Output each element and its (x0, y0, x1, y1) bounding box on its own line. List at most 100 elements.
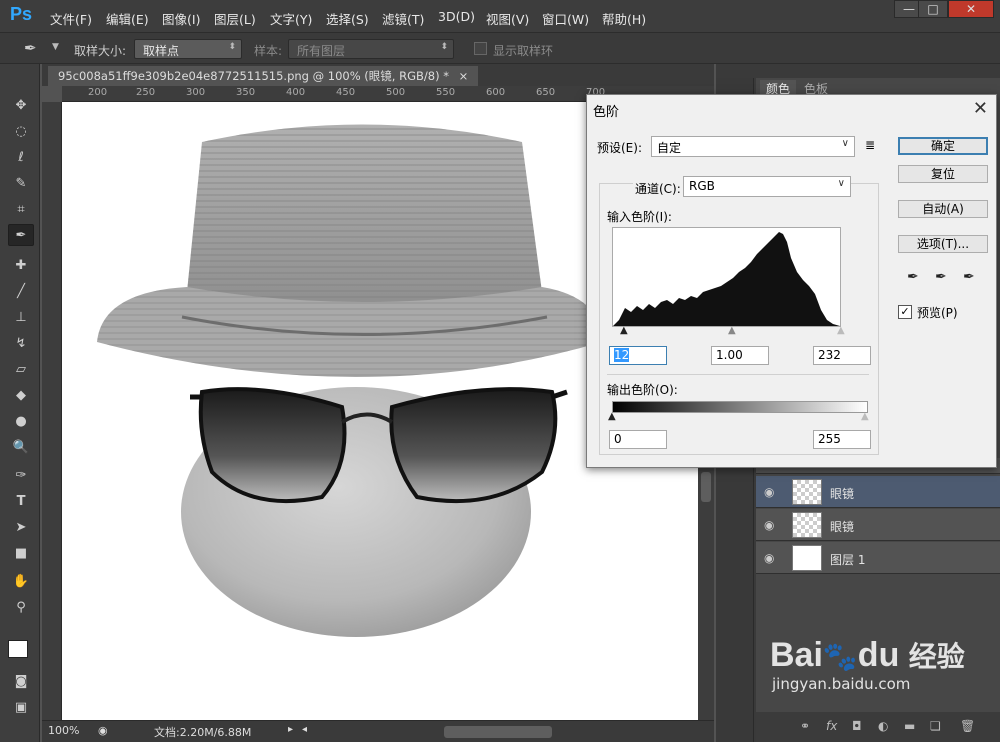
input-black-slider-icon[interactable]: ▲ (620, 325, 628, 336)
preset-select[interactable]: 自定 ∨ (651, 136, 855, 157)
screen-mode-icon[interactable]: ▣ (8, 696, 34, 718)
output-black-field[interactable]: 0 (609, 430, 667, 449)
menu-file[interactable]: 文件(F) (50, 9, 92, 28)
history-brush-tool-icon[interactable]: ↯ (8, 332, 34, 354)
menu-help[interactable]: 帮助(H) (602, 9, 646, 28)
healing-brush-tool-icon[interactable]: ✚ (8, 254, 34, 276)
menu-view[interactable]: 视图(V) (486, 9, 529, 28)
zoom-level[interactable]: 100% (48, 724, 79, 737)
sample-label: 样本: (254, 44, 283, 58)
adjustment-icon[interactable]: ◐ (878, 719, 888, 733)
eye-icon[interactable]: ◉ (764, 518, 774, 532)
input-gamma-field[interactable]: 1.00 (711, 346, 769, 365)
sample-size-label: 取样大小: (74, 44, 127, 58)
vertical-ruler (42, 102, 62, 720)
output-levels-label: 输出色阶(O): (607, 383, 678, 397)
input-white-field[interactable]: 232 (813, 346, 871, 365)
layer-row-layer1[interactable]: ◉ 图层 1 (756, 542, 1000, 574)
document-tab-title: 95c008a51ff9e309b2e04e8772511515.png @ 1… (58, 69, 449, 83)
trash-icon[interactable]: 🗑 (960, 719, 975, 733)
ok-button[interactable]: 确定 (898, 137, 988, 155)
horizontal-scrollbar-thumb[interactable] (444, 726, 552, 738)
menu-layer[interactable]: 图层(L) (214, 9, 256, 28)
rectangle-tool-icon[interactable]: ■ (8, 542, 34, 564)
lasso-tool-icon[interactable]: ℓ (8, 146, 34, 168)
input-levels-label: 输入色阶(I): (607, 210, 672, 224)
gray-point-eyedropper-icon[interactable]: ✒ (935, 269, 947, 285)
folder-icon[interactable]: ▬ (904, 719, 915, 733)
white-point-eyedropper-icon[interactable]: ✒ (963, 269, 975, 285)
status-bar: 100% ◉ 文档:2.20M/6.88M ▸ ◂ (42, 720, 714, 742)
layer-thumbnail (792, 545, 822, 571)
scroll-left-arrow-icon[interactable]: ◂ (302, 724, 307, 735)
document-tab-close-icon[interactable]: × (459, 69, 469, 83)
blur-tool-icon[interactable]: ● (8, 410, 34, 432)
histogram-graph (613, 232, 840, 326)
preview-checkbox[interactable]: ✓ (898, 305, 912, 319)
output-white-slider-icon[interactable]: ▲ (861, 411, 869, 422)
eyedropper-tool-icon[interactable]: ✒ (8, 224, 34, 246)
sample-size-select[interactable]: 取样点 ⬍ (134, 39, 242, 59)
new-layer-icon[interactable]: ❏ (930, 719, 941, 733)
crop-tool-icon[interactable]: ⌗ (8, 198, 34, 220)
document-tab[interactable]: 95c008a51ff9e309b2e04e8772511515.png @ 1… (48, 66, 479, 86)
menu-3d[interactable]: 3D(D) (438, 9, 475, 24)
menu-type[interactable]: 文字(Y) (270, 9, 312, 28)
layer-name: 眼镜 (830, 487, 855, 501)
status-info-icon[interactable]: ◉ (98, 724, 108, 737)
dodge-tool-icon[interactable]: 🔍 (8, 436, 34, 458)
channel-select[interactable]: RGB ∨ (683, 176, 851, 197)
menu-edit[interactable]: 编辑(E) (106, 9, 149, 28)
output-black-slider-icon[interactable]: ▲ (608, 411, 616, 422)
link-icon[interactable]: ⚭ (800, 719, 810, 733)
scrollbar-thumb[interactable] (701, 472, 711, 502)
path-selection-tool-icon[interactable]: ➤ (8, 516, 34, 538)
options-button[interactable]: 选项(T)... (898, 235, 988, 253)
menu-bar: Ps 文件(F) 编辑(E) 图像(I) 图层(L) 文字(Y) 选择(S) 滤… (0, 0, 1000, 32)
input-black-field[interactable]: 12 (609, 346, 667, 365)
input-white-slider-icon[interactable]: ▲ (837, 325, 845, 336)
move-tool-icon[interactable]: ✥ (8, 94, 34, 116)
hand-tool-icon[interactable]: ✋ (8, 570, 34, 592)
tool-preset-chevron-down-icon[interactable]: ▼ (52, 42, 59, 52)
eyedropper-tool-preset-icon[interactable]: ✒ (24, 39, 37, 57)
ruler-tick: 650 (536, 87, 556, 98)
marquee-tool-icon[interactable]: ◌ (8, 120, 34, 142)
maximize-button[interactable]: □ (918, 0, 948, 18)
fx-icon[interactable]: fx (826, 719, 837, 733)
reset-button[interactable]: 复位 (898, 165, 988, 183)
ruler-tick: 600 (486, 87, 506, 98)
brush-tool-icon[interactable]: ╱ (8, 280, 34, 302)
close-window-button[interactable]: ✕ (948, 0, 994, 18)
menu-window[interactable]: 窗口(W) (542, 9, 589, 28)
black-point-eyedropper-icon[interactable]: ✒ (907, 269, 919, 285)
layer-row-glasses[interactable]: ◉ 眼镜 (756, 509, 1000, 541)
clone-stamp-tool-icon[interactable]: ⊥ (8, 306, 34, 328)
paint-bucket-tool-icon[interactable]: ◆ (8, 384, 34, 406)
preset-options-icon[interactable]: ≣ (865, 138, 875, 152)
type-tool-icon[interactable]: T (8, 490, 34, 512)
input-gamma-slider-icon[interactable]: ▲ (728, 325, 736, 336)
sample-select[interactable]: 所有图层 ⬍ (288, 39, 454, 59)
show-sampling-ring-checkbox[interactable] (474, 42, 487, 55)
eye-icon[interactable]: ◉ (764, 551, 774, 565)
pen-tool-icon[interactable]: ✑ (8, 464, 34, 486)
menu-select[interactable]: 选择(S) (326, 9, 369, 28)
layer-row-glasses-selected[interactable]: ◉ 眼镜 (756, 476, 1000, 508)
quick-selection-tool-icon[interactable]: ✎ (8, 172, 34, 194)
dialog-close-icon[interactable]: ✕ (973, 98, 988, 119)
foreground-color-swatch[interactable] (8, 640, 28, 658)
quick-mask-icon[interactable]: ◙ (8, 670, 34, 692)
eraser-tool-icon[interactable]: ▱ (8, 358, 34, 380)
status-menu-arrow-icon[interactable]: ▸ (288, 724, 293, 735)
preset-value: 自定 (657, 141, 682, 155)
ruler-tick: 450 (336, 87, 356, 98)
mask-icon[interactable]: ◘ (852, 719, 862, 733)
tools-panel: ✥ ◌ ℓ ✎ ⌗ ✒ ✚ ╱ ⊥ ↯ ▱ ◆ ● 🔍 ✑ T ➤ ■ ✋ ⚲ … (0, 64, 40, 742)
output-white-field[interactable]: 255 (813, 430, 871, 449)
eye-icon[interactable]: ◉ (764, 485, 774, 499)
zoom-tool-icon[interactable]: ⚲ (8, 596, 34, 618)
menu-filter[interactable]: 滤镜(T) (382, 9, 424, 28)
menu-image[interactable]: 图像(I) (162, 9, 200, 28)
auto-button[interactable]: 自动(A) (898, 200, 988, 218)
